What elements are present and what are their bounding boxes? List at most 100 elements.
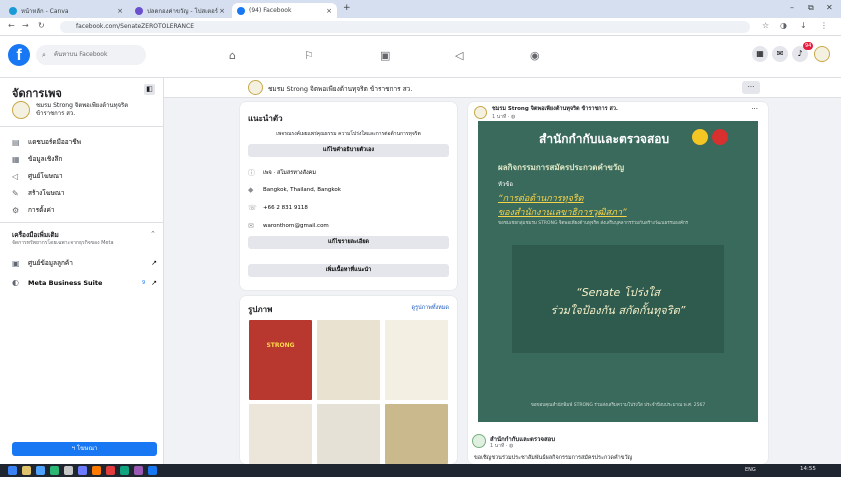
file-explorer-icon[interactable] xyxy=(22,466,31,475)
tools-subtitle: จัดการทรัพยากรโดยเฉพาะจากธุรกิจของ Meta xyxy=(12,240,114,246)
sidebar-item-label: Meta Business Suite xyxy=(28,278,103,287)
photo-thumbnail[interactable] xyxy=(317,404,380,464)
avatar[interactable] xyxy=(814,46,830,62)
add-featured-button[interactable]: เพิ่มเนื้อหาที่แนะนำ xyxy=(248,264,449,277)
facebook-header: f ค้นหาบน Facebook ⌕ ⌂ ⚐ ▣ ◁ ◉ ▦ ✉ ♪ 94 xyxy=(0,36,841,78)
page-avatar[interactable] xyxy=(248,80,263,95)
photo-thumbnail[interactable]: STRONG xyxy=(249,320,312,400)
post-time[interactable]: 1 นาที · ◍ xyxy=(492,113,515,121)
url-field[interactable]: facebook.com/SenateZEROTOLERANCE xyxy=(60,21,750,33)
browser-icon[interactable] xyxy=(36,466,45,475)
collapse-panel-icon[interactable]: ◧ xyxy=(144,84,155,95)
tab-poster[interactable]: ปลดกองค่าขวัญ - โปสเตอร์ × xyxy=(130,3,230,18)
app-icon[interactable] xyxy=(78,466,87,475)
post-more-icon[interactable]: ··· xyxy=(751,105,758,113)
edit-details-button[interactable]: แก้ไขรายละเอียด xyxy=(248,236,449,249)
tab-facebook[interactable]: (94) Facebook × xyxy=(232,3,337,18)
post-author[interactable]: ชมรม Strong จิตพอเพียงต้านทุจริต ข้าราชก… xyxy=(492,105,618,113)
app-icon[interactable] xyxy=(50,466,59,475)
post-image[interactable]: สำนักกำกับและตรวจสอบ ผลกิจกรรมการสมัครปร… xyxy=(478,121,758,422)
app-icon[interactable] xyxy=(92,466,101,475)
chevron-up-icon[interactable]: ⌃ xyxy=(150,230,156,238)
shared-time: 1 นาที · ◍ xyxy=(490,443,514,449)
gaming-icon[interactable]: ◉ xyxy=(530,49,540,62)
poster-topic-line-1: “การต่อต้านการทุจริต xyxy=(498,194,584,204)
meta-business-suite-icon: ◐ xyxy=(12,278,19,287)
close-icon[interactable]: × xyxy=(326,7,332,15)
sidebar-item-settings[interactable]: ⚙ การตั้งค่า xyxy=(12,205,54,215)
new-tab-button[interactable]: + xyxy=(343,3,351,13)
app-icon[interactable] xyxy=(148,466,157,475)
browser-tab-bar: หน้าหลัก - Canva × ปลดกองค่าขวัญ - โปสเต… xyxy=(0,0,841,18)
promote-button[interactable]: ฯ โฆษณา xyxy=(12,442,157,456)
page-name[interactable]: ชมรม Strong จิตพอเพียงต้านทุจริต ข้าราชก… xyxy=(268,84,412,94)
close-icon[interactable]: × xyxy=(219,7,225,15)
poster-topic-label: หัวข้อ xyxy=(498,181,514,188)
app-icon[interactable] xyxy=(134,466,143,475)
photo-thumbnail[interactable] xyxy=(385,404,448,464)
intro-bio: เพจรณรงค์เผยแพร่คุณธรรม ความโปร่งใสและกา… xyxy=(276,131,421,137)
app-icon[interactable] xyxy=(106,466,115,475)
menu-grid-icon[interactable]: ▦ xyxy=(752,46,768,62)
marketplace-icon[interactable]: ▣ xyxy=(380,49,390,62)
sidebar-item-ad-center[interactable]: ◁ ศูนย์โฆษณา xyxy=(12,171,63,181)
profile-icon[interactable]: ◑ xyxy=(780,21,787,30)
see-all-photos-link[interactable]: ดูรูปภาพทั้งหมด xyxy=(412,304,450,312)
phone-icon: ☏ xyxy=(248,204,257,212)
extensions-icon[interactable]: ☆ xyxy=(762,21,769,30)
sidebar-item-create-ad[interactable]: ✎ สร้างโฆษณา xyxy=(12,188,65,198)
minimize-button[interactable]: – xyxy=(790,3,794,12)
forward-icon[interactable]: → xyxy=(22,21,29,30)
sidebar-item-label: ศูนย์ข้อมูลลูกค้า xyxy=(28,259,73,267)
page-avatar[interactable] xyxy=(12,101,30,119)
sidebar-item-meta-business-suite[interactable]: ◐ Meta Business Suite 9 ↗ xyxy=(12,278,157,287)
poster-topic-line-2: ของสำนักงานเลขาธิการวุฒิสภา” xyxy=(498,208,627,218)
phone-text: +66 2 831 9118 xyxy=(263,205,308,211)
photo-thumbnail[interactable] xyxy=(385,320,448,400)
notification-badge: 9 xyxy=(141,279,146,286)
photo-thumbnail[interactable] xyxy=(249,404,312,464)
post-author-avatar[interactable] xyxy=(474,106,487,119)
clock[interactable]: 14:55 xyxy=(800,466,816,472)
customer-center-icon: ▣ xyxy=(12,258,20,268)
sidebar-page-name[interactable]: ชมรม Strong จิตพอเพียงต้านทุจริต ข้าราชก… xyxy=(36,102,151,118)
app-icon[interactable] xyxy=(64,466,73,475)
divider xyxy=(0,222,164,223)
edit-bio-button[interactable]: แก้ไขคำอธิบายตัวเอง xyxy=(248,144,449,157)
info-category: ⓘ เพจ · สโมสรทางสังคม xyxy=(248,168,316,178)
location-text: Bangkok, Thailand, Bangkok xyxy=(263,187,341,193)
slogan-box: “Senate โปร่งใส ร่วมใจป้องกัน สกัดกั้นทุ… xyxy=(512,245,724,353)
home-icon[interactable]: ⌂ xyxy=(229,49,236,62)
more-button[interactable]: ··· xyxy=(742,81,760,94)
shared-page-avatar[interactable] xyxy=(472,434,486,448)
reload-icon[interactable]: ↻ xyxy=(38,21,45,30)
external-link-icon: ↗ xyxy=(151,259,157,267)
poster-footer: ขอขอบคุณสำนักพิมพ์ STRONG ร่วมส่งเสริมคว… xyxy=(530,403,706,408)
tab-canva[interactable]: หน้าหลัก - Canva × xyxy=(4,3,128,18)
facebook-logo-icon[interactable]: f xyxy=(8,44,30,66)
dashboard-icon: ▤ xyxy=(12,137,20,147)
close-window-button[interactable]: ✕ xyxy=(826,3,833,12)
search-input[interactable]: ค้นหาบน Facebook xyxy=(36,45,146,65)
download-icon[interactable]: ↓ xyxy=(800,21,807,30)
poster-description: ขอชมเชยกลุ่มชมรม STRONG จิตพอเพียงต้านทุ… xyxy=(498,221,689,226)
sidebar-title: จัดการเพจ xyxy=(12,87,62,100)
language-indicator[interactable]: ENG xyxy=(745,467,756,473)
photo-thumbnail[interactable] xyxy=(317,320,380,400)
info-email: ✉ waronthorn@gmail.com xyxy=(248,222,329,230)
sidebar-item-label: แดชบอร์ดมืออาชีพ xyxy=(28,138,82,146)
sidebar-item-dashboard[interactable]: ▤ แดชบอร์ดมืออาชีพ xyxy=(12,137,81,147)
megaphone-icon: ◁ xyxy=(12,171,19,181)
messenger-icon[interactable]: ✉ xyxy=(772,46,788,62)
start-icon[interactable] xyxy=(8,466,17,475)
sidebar-item-customer-center[interactable]: ▣ ศูนย์ข้อมูลลูกค้า ↗ xyxy=(12,258,157,268)
external-link-icon: ↗ xyxy=(151,278,157,287)
sidebar-item-insights[interactable]: ▦ ข้อมูลเชิงลึก xyxy=(12,154,62,164)
close-icon[interactable]: × xyxy=(117,7,123,15)
menu-icon[interactable]: ⋮ xyxy=(820,21,828,30)
back-icon[interactable]: ← xyxy=(8,21,15,30)
maximize-button[interactable]: ⧉ xyxy=(808,3,814,13)
flag-icon[interactable]: ⚐ xyxy=(304,49,314,62)
ads-icon[interactable]: ◁ xyxy=(455,49,463,62)
app-icon[interactable] xyxy=(120,466,129,475)
